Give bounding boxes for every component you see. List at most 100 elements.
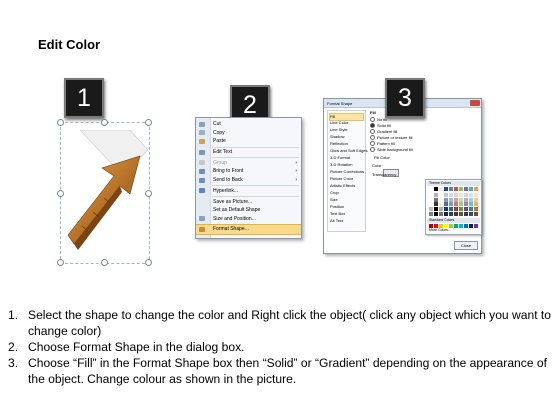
radio-gradient-fill[interactable]: Gradient fill: [370, 129, 397, 135]
color-swatch[interactable]: [429, 187, 433, 191]
color-swatch[interactable]: [439, 212, 443, 216]
color-swatch[interactable]: [459, 212, 463, 216]
nav-item[interactable]: Picture Color: [330, 176, 363, 182]
color-swatch[interactable]: [464, 207, 468, 212]
color-swatch[interactable]: [444, 212, 448, 216]
close-icon[interactable]: [470, 100, 480, 106]
resize-handle[interactable]: [57, 119, 64, 126]
nav-item[interactable]: Reflection: [330, 141, 363, 147]
radio-pattern-fill[interactable]: Pattern fill: [370, 141, 395, 147]
nav-item[interactable]: Artistic Effects: [330, 183, 363, 189]
color-swatch[interactable]: [474, 192, 478, 197]
color-swatch[interactable]: [454, 187, 458, 191]
color-swatch[interactable]: [459, 187, 463, 191]
nav-item[interactable]: Alt Text: [330, 218, 363, 224]
nav-item[interactable]: 3-D Format: [330, 155, 363, 161]
color-swatch[interactable]: [469, 212, 473, 216]
menu-item-copy[interactable]: Copy: [196, 129, 301, 138]
color-swatch[interactable]: [434, 212, 438, 216]
color-swatch[interactable]: [449, 187, 453, 191]
color-swatch[interactable]: [464, 202, 468, 207]
color-swatch[interactable]: [469, 207, 473, 212]
color-swatch[interactable]: [454, 192, 458, 197]
more-colors-link[interactable]: More Colors...: [429, 228, 451, 232]
radio-solid-fill[interactable]: Solid fill: [370, 123, 391, 129]
color-swatch[interactable]: [434, 207, 438, 212]
menu-item-send-to-back[interactable]: Send to Back ›: [196, 176, 301, 185]
nav-item[interactable]: Line Color: [330, 120, 363, 126]
color-swatch[interactable]: [439, 202, 443, 207]
color-swatch[interactable]: [429, 207, 433, 212]
resize-handle[interactable]: [57, 259, 64, 266]
menu-item-size-position[interactable]: Size and Position...: [196, 215, 301, 224]
color-swatch[interactable]: [474, 212, 478, 216]
color-swatch[interactable]: [434, 192, 438, 197]
color-swatch[interactable]: [439, 207, 443, 212]
menu-item-cut[interactable]: Cut: [196, 120, 301, 129]
resize-handle[interactable]: [101, 259, 108, 266]
color-swatch[interactable]: [439, 187, 443, 191]
radio-slide-background-fill[interactable]: Slide background fill: [370, 147, 413, 153]
color-swatch[interactable]: [469, 197, 473, 202]
menu-item-bring-to-front[interactable]: Bring to Front ›: [196, 167, 301, 176]
nav-item[interactable]: Text Box: [330, 211, 363, 217]
color-swatch[interactable]: [469, 202, 473, 207]
nav-item[interactable]: Position: [330, 204, 363, 210]
menu-item-paste[interactable]: Paste: [196, 137, 301, 146]
color-swatch[interactable]: [474, 197, 478, 202]
resize-handle[interactable]: [145, 119, 152, 126]
puzzle-arrow-shape[interactable]: [60, 130, 150, 260]
color-swatch[interactable]: [464, 212, 468, 216]
nav-item[interactable]: Shadow: [330, 134, 363, 140]
resize-handle[interactable]: [101, 119, 108, 126]
color-swatch[interactable]: [469, 187, 473, 191]
color-swatch[interactable]: [429, 202, 433, 207]
color-swatch[interactable]: [459, 207, 463, 212]
color-swatch[interactable]: [439, 197, 443, 202]
color-swatch[interactable]: [459, 224, 463, 228]
color-swatch[interactable]: [429, 212, 433, 216]
color-swatch[interactable]: [444, 207, 448, 212]
color-swatch[interactable]: [464, 192, 468, 197]
color-swatch[interactable]: [474, 202, 478, 207]
color-swatch[interactable]: [454, 207, 458, 212]
color-swatch[interactable]: [464, 224, 468, 228]
color-swatch[interactable]: [434, 187, 438, 191]
color-swatch[interactable]: [454, 212, 458, 216]
nav-item[interactable]: Crop: [330, 190, 363, 196]
nav-item[interactable]: Picture Corrections: [330, 169, 364, 175]
color-swatch[interactable]: [454, 224, 458, 228]
color-swatch[interactable]: [459, 202, 463, 207]
menu-item-save-as-picture[interactable]: Save as Picture...: [196, 198, 301, 207]
color-swatch[interactable]: [434, 197, 438, 202]
color-swatch[interactable]: [449, 212, 453, 216]
color-swatch[interactable]: [429, 197, 433, 202]
color-swatch[interactable]: [449, 192, 453, 197]
menu-item-group[interactable]: Group ›: [196, 159, 301, 168]
color-swatch[interactable]: [474, 187, 478, 191]
menu-item-format-shape[interactable]: Format Shape...: [196, 224, 301, 235]
color-swatch[interactable]: [454, 197, 458, 202]
color-swatch[interactable]: [439, 192, 443, 197]
color-swatch[interactable]: [474, 224, 478, 228]
radio-picture-fill[interactable]: Picture or texture fill: [370, 135, 412, 141]
nav-item[interactable]: 3-D Rotation: [330, 162, 363, 168]
color-swatch[interactable]: [429, 192, 433, 197]
color-swatch[interactable]: [464, 187, 468, 191]
color-swatch[interactable]: [449, 207, 453, 212]
color-swatch[interactable]: [469, 192, 473, 197]
color-swatch[interactable]: [444, 202, 448, 207]
menu-item-set-default-shape[interactable]: Set as Default Shape: [196, 206, 301, 215]
nav-item[interactable]: Size: [330, 197, 363, 203]
color-swatch[interactable]: [434, 202, 438, 207]
color-swatch[interactable]: [474, 207, 478, 212]
nav-item[interactable]: Glow and Soft Edges: [330, 148, 368, 154]
menu-item-hyperlink[interactable]: Hyperlink...: [196, 187, 301, 196]
color-swatch[interactable]: [459, 192, 463, 197]
resize-handle[interactable]: [145, 259, 152, 266]
nav-item[interactable]: Line Style: [330, 127, 363, 133]
color-swatch[interactable]: [459, 197, 463, 202]
color-swatch[interactable]: [464, 197, 468, 202]
color-swatch[interactable]: [444, 187, 448, 191]
color-swatch[interactable]: [449, 202, 453, 207]
